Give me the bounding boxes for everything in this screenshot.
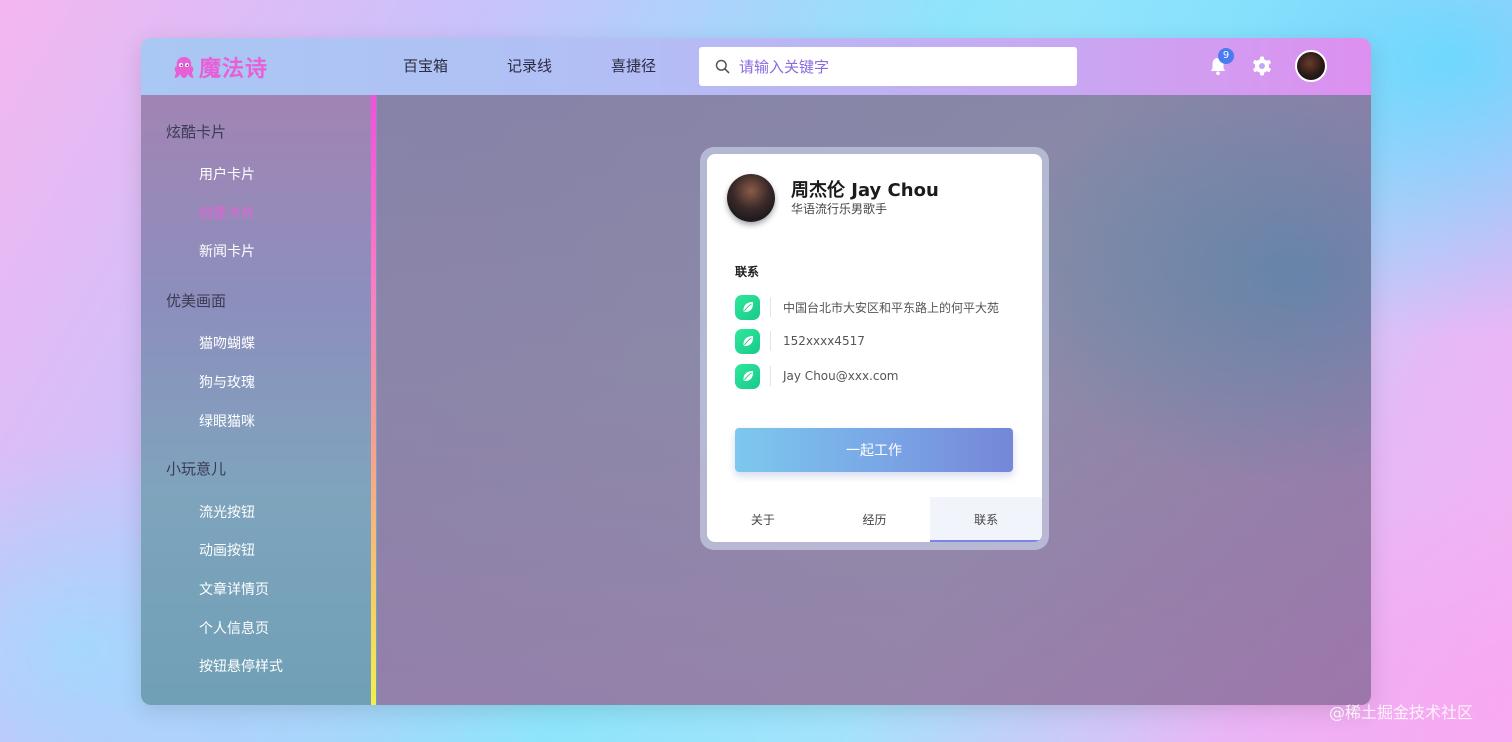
tab-experience[interactable]: 经历 bbox=[819, 497, 931, 542]
profile-avatar bbox=[727, 174, 775, 222]
card-tabs: 关于 经历 联系 bbox=[707, 497, 1042, 542]
sidebar-item-article-detail[interactable]: 文章详情页 bbox=[199, 579, 269, 599]
nav-item-shortcut[interactable]: 喜捷径 bbox=[611, 55, 656, 76]
sidebar-item-glow-button[interactable]: 流光按钮 bbox=[199, 502, 255, 522]
leaf-icon bbox=[735, 363, 760, 389]
nav-item-treasure-box[interactable]: 百宝箱 bbox=[403, 55, 448, 76]
sidebar-item-creative-card[interactable]: 创意卡片 bbox=[199, 203, 255, 223]
tab-contact[interactable]: 联系 bbox=[930, 497, 1042, 542]
logo-text: 魔法诗 bbox=[199, 57, 269, 82]
search-input[interactable] bbox=[739, 57, 1059, 76]
top-nav: 百宝箱 记录线 喜捷径 bbox=[403, 55, 715, 76]
contact-row-address: 中国台北市大安区和平东路上的何平大苑 bbox=[735, 294, 999, 320]
sidebar-item-animated-button[interactable]: 动画按钮 bbox=[199, 540, 255, 560]
octopus-icon bbox=[174, 57, 194, 78]
search-box bbox=[699, 47, 1077, 86]
search-icon bbox=[715, 59, 730, 74]
user-avatar[interactable] bbox=[1295, 50, 1327, 82]
sidebar-item-green-eyed-cat[interactable]: 绿眼猫咪 bbox=[199, 411, 255, 431]
leaf-icon bbox=[735, 328, 760, 354]
sidebar-item-cat-butterfly[interactable]: 猫吻蝴蝶 bbox=[199, 333, 255, 353]
sidebar-group-beautiful-scenes: 优美画面 bbox=[166, 292, 227, 310]
tab-about[interactable]: 关于 bbox=[707, 497, 819, 542]
notification-button[interactable]: 9 bbox=[1207, 48, 1234, 77]
sidebar-group-cool-cards: 炫酷卡片 bbox=[166, 123, 227, 141]
sidebar-item-user-card[interactable]: 用户卡片 bbox=[199, 164, 255, 184]
logo[interactable]: 魔法诗 bbox=[171, 52, 268, 82]
sidebar-item-hover-style[interactable]: 按钮悬停样式 bbox=[199, 656, 283, 676]
sidebar-item-dog-rose[interactable]: 狗与玫瑰 bbox=[199, 372, 255, 392]
sidebar-item-news-card[interactable]: 新闻卡片 bbox=[199, 241, 255, 261]
profile-name: 周杰伦 Jay Chou bbox=[791, 180, 939, 201]
contact-row-email: Jay Chou@xxx.com bbox=[735, 363, 899, 389]
sidebar-group-gadgets: 小玩意儿 bbox=[166, 460, 227, 478]
settings-button[interactable] bbox=[1251, 55, 1273, 77]
profile-card: 周杰伦 Jay Chou 华语流行乐男歌手 联系 中国台北市大安区和平东路上的何… bbox=[707, 154, 1042, 542]
sidebar: 炫酷卡片 用户卡片 创意卡片 新闻卡片 优美画面 猫吻蝴蝶 狗与玫瑰 绿眼猫咪 … bbox=[141, 95, 377, 705]
gear-icon bbox=[1253, 56, 1271, 76]
contact-phone: 152xxxx4517 bbox=[783, 334, 865, 348]
profile-subtitle: 华语流行乐男歌手 bbox=[791, 202, 888, 216]
sidebar-item-profile-page[interactable]: 个人信息页 bbox=[199, 618, 269, 638]
notification-badge: 9 bbox=[1218, 48, 1234, 64]
top-bar: 魔法诗 百宝箱 记录线 喜捷径 9 bbox=[141, 38, 1371, 95]
nav-item-record-line[interactable]: 记录线 bbox=[507, 55, 552, 76]
contact-row-phone: 152xxxx4517 bbox=[735, 328, 865, 354]
leaf-icon bbox=[735, 294, 760, 320]
contact-section-title: 联系 bbox=[735, 265, 760, 279]
watermark: @稀土掘金技术社区 bbox=[1329, 703, 1474, 722]
sidebar-accent-line bbox=[371, 95, 376, 705]
contact-address: 中国台北市大安区和平东路上的何平大苑 bbox=[783, 300, 1000, 315]
top-actions: 9 bbox=[1207, 48, 1327, 83]
work-together-button[interactable]: 一起工作 bbox=[735, 428, 1013, 472]
contact-email: Jay Chou@xxx.com bbox=[783, 369, 899, 383]
app-window: 魔法诗 百宝箱 记录线 喜捷径 9 bbox=[141, 38, 1371, 705]
main-content: 周杰伦 Jay Chou 华语流行乐男歌手 联系 中国台北市大安区和平东路上的何… bbox=[377, 95, 1371, 705]
